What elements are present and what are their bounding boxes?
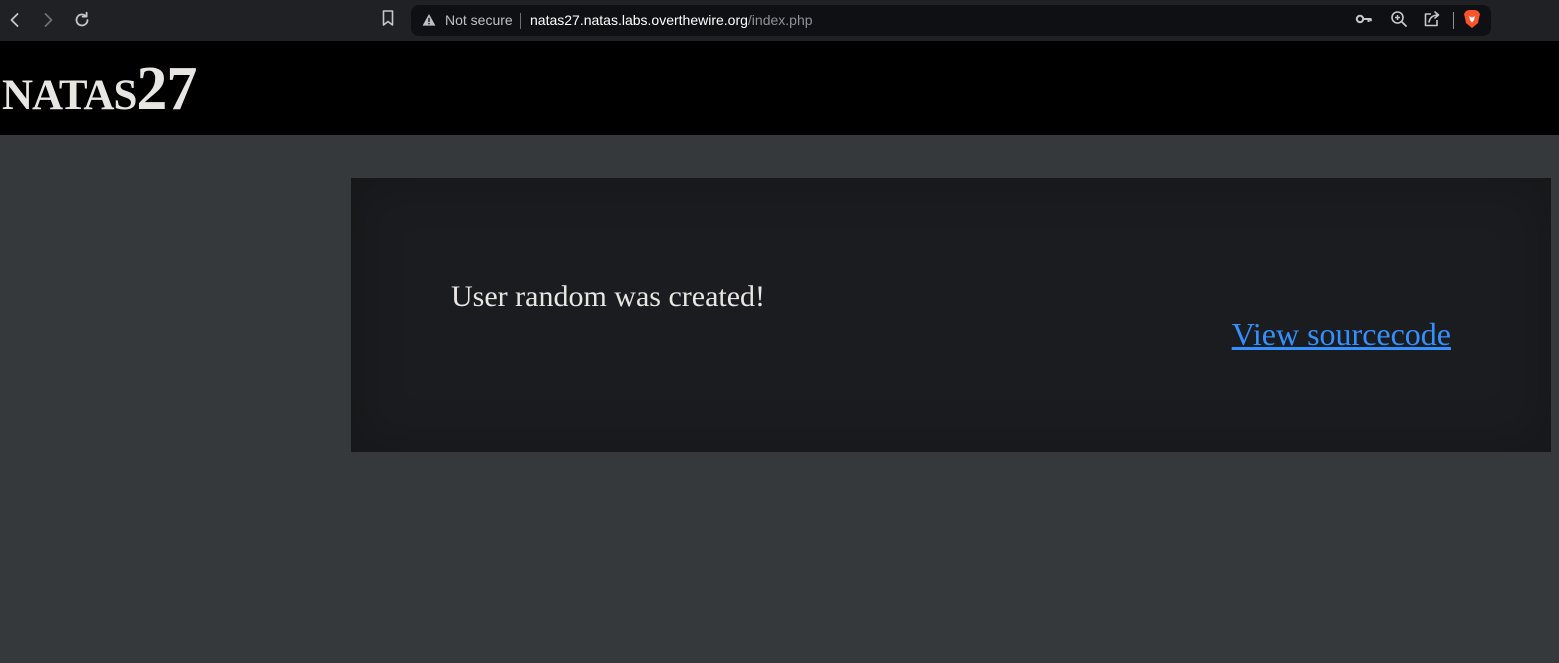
content-panel: User random was created! View sourcecode (351, 178, 1551, 452)
url-path: /index.php (747, 12, 813, 28)
page-header: natas27 (0, 41, 1559, 135)
forward-button[interactable] (36, 8, 60, 32)
forward-icon (38, 10, 58, 30)
url-host: natas27.natas.labs.overthewire.org (530, 12, 748, 28)
password-key-button[interactable] (1354, 11, 1374, 31)
reload-icon (72, 10, 92, 30)
bookmark-icon (380, 9, 396, 32)
view-sourcecode-link[interactable]: View sourcecode (1232, 314, 1451, 354)
toolbar-divider (1453, 12, 1454, 29)
bookmark-button[interactable] (377, 8, 399, 32)
address-bar[interactable]: Not secure natas27.natas.labs.overthewir… (411, 5, 1491, 36)
brave-shields-button[interactable] (1462, 9, 1482, 34)
status-message: User random was created! (451, 280, 766, 313)
back-button[interactable] (3, 8, 27, 32)
security-status[interactable]: Not secure (445, 12, 513, 28)
share-icon (1423, 10, 1441, 33)
key-icon (1355, 10, 1373, 33)
url-text[interactable]: natas27.natas.labs.overthewire.org/index… (530, 12, 813, 28)
share-button[interactable] (1422, 10, 1442, 33)
reload-button[interactable] (70, 8, 94, 32)
brave-icon (1463, 9, 1481, 34)
page-title: natas27 (2, 55, 197, 123)
address-separator (520, 13, 521, 29)
zoom-button[interactable] (1389, 10, 1409, 33)
zoom-icon (1390, 10, 1408, 33)
warning-icon (422, 13, 436, 27)
browser-toolbar: Not secure natas27.natas.labs.overthewir… (0, 0, 1559, 41)
back-icon (5, 10, 25, 30)
